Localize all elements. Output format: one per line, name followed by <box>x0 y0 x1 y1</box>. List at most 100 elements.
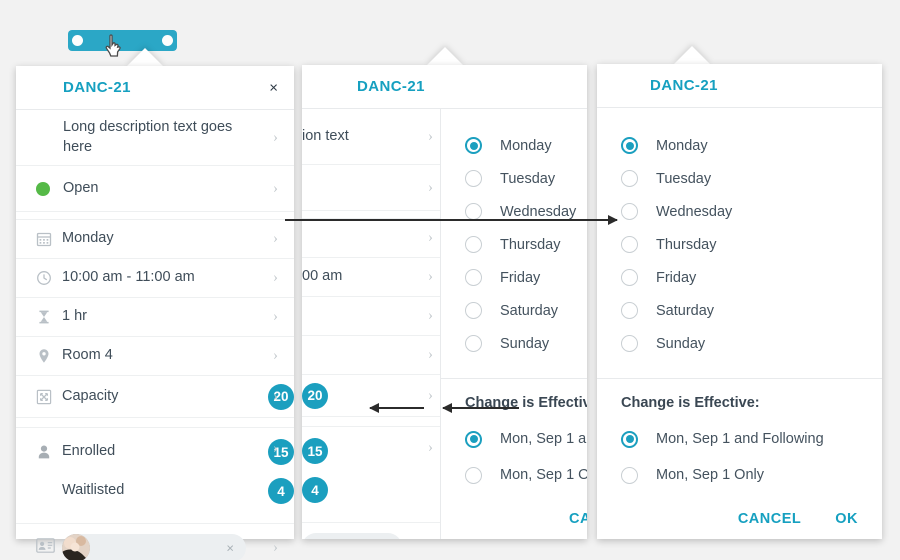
day-label: Monday <box>62 230 114 247</box>
detail-row-waitlisted[interactable]: Waitlisted 4 <box>16 470 294 512</box>
radio-icon[interactable] <box>465 430 482 448</box>
chevron-right-icon: › <box>428 439 433 456</box>
radio-icon[interactable] <box>621 236 638 253</box>
detail-row-day[interactable]: Monday › <box>16 220 294 259</box>
day-option-wednesday[interactable]: Wednesday <box>441 195 587 228</box>
calendar-icon <box>36 231 62 247</box>
detail-row-status[interactable]: Open › <box>16 166 294 212</box>
radio-icon[interactable] <box>465 170 482 187</box>
day-option-wednesday[interactable]: Wednesday <box>597 195 882 228</box>
radio-icon[interactable] <box>621 430 638 448</box>
panel2-actions: CAN <box>441 493 587 527</box>
panel3-top-spacer <box>597 108 882 129</box>
radio-icon[interactable] <box>621 269 638 286</box>
radio-icon[interactable] <box>465 466 482 484</box>
day-option-friday[interactable]: Friday <box>441 261 587 294</box>
cancel-button[interactable]: CANCEL <box>738 511 801 527</box>
day-picker-card-partial: DANC-21 ion text › › › 00 am › › › 20 › … <box>302 65 587 539</box>
radio-icon[interactable] <box>621 137 638 154</box>
panel3-header: DANC-21 <box>597 64 882 108</box>
class-detail-card: DANC-21 × Long description text goes her… <box>16 66 294 560</box>
effective-option-only[interactable]: Mon, Sep 1 Only <box>441 457 587 493</box>
detail-row-room[interactable]: Room 4 › <box>16 337 294 376</box>
remove-attendee-icon[interactable]: × <box>226 541 234 556</box>
detail-row-time[interactable]: 10:00 am - 11:00 am › <box>16 259 294 298</box>
ok-button[interactable]: OK <box>835 511 858 527</box>
radio-icon[interactable] <box>621 335 638 352</box>
effective-option-label: Mon, Sep 1 Only <box>656 467 764 483</box>
detail-row-duration[interactable]: 1 hr › <box>16 298 294 337</box>
radio-icon[interactable] <box>465 203 482 220</box>
room-label: Room 4 <box>62 347 113 364</box>
effective-option-label: Mon, Sep 1 and <box>500 431 587 447</box>
day-option-label: Wednesday <box>656 203 733 220</box>
day-option-saturday[interactable]: Saturday <box>441 294 587 327</box>
day-option-friday[interactable]: Friday <box>597 261 882 294</box>
cancel-button[interactable]: CAN <box>569 511 587 527</box>
radio-icon[interactable] <box>465 269 482 286</box>
underlay-capacity-badge: 20 <box>302 382 328 409</box>
close-icon[interactable]: × <box>269 80 278 95</box>
panel3-title: DANC-21 <box>650 77 718 94</box>
detail-row-enrolled[interactable]: Enrolled 15 › <box>16 428 294 470</box>
day-option-tuesday[interactable]: Tuesday <box>441 162 587 195</box>
daypicker-top-spacer <box>441 109 587 129</box>
radio-icon[interactable] <box>465 137 482 154</box>
panel2-title: DANC-21 <box>357 78 425 95</box>
panel2-pointer <box>426 47 464 66</box>
radio-icon[interactable] <box>465 335 482 352</box>
day-option-label: Sunday <box>656 335 706 352</box>
effective-option-label: Mon, Sep 1 Only <box>500 467 587 483</box>
day-option-thursday[interactable]: Thursday <box>597 228 882 261</box>
detail-row-capacity[interactable]: Capacity 20 › <box>16 376 294 418</box>
day-option-label: Thursday <box>656 236 717 253</box>
radio-icon[interactable] <box>621 466 638 484</box>
day-option-label: Friday <box>656 269 697 286</box>
day-option-monday[interactable]: Monday <box>441 129 587 162</box>
day-option-label: Monday <box>500 137 552 154</box>
capacity-label: Capacity <box>62 387 119 404</box>
radio-icon[interactable] <box>465 236 482 253</box>
radio-icon[interactable] <box>465 302 482 319</box>
chevron-right-icon: › <box>273 308 278 325</box>
panel3-gap <box>597 360 882 378</box>
waitlisted-label: Waitlisted <box>62 482 125 499</box>
attendees-row[interactable]: × × +1 › <box>16 524 294 560</box>
day-option-sunday[interactable]: Sunday <box>597 327 882 360</box>
chevron-right-icon: › <box>273 539 278 556</box>
duration-label: 1 hr <box>62 308 87 325</box>
day-picker-card: DANC-21 Monday Tuesday Wednesday Thursda… <box>597 64 882 539</box>
chevron-right-icon: › <box>273 129 278 145</box>
daypicker-gap <box>441 360 587 378</box>
chevron-right-icon: › <box>428 128 433 144</box>
day-option-monday[interactable]: Monday <box>597 129 882 162</box>
panel2-day-list: Monday Tuesday Wednesday Thursday Friday <box>441 129 587 360</box>
effective-option-following[interactable]: Mon, Sep 1 and Following <box>597 421 882 457</box>
flow-arrow-left-2 <box>442 403 519 413</box>
panel3-day-list: Monday Tuesday Wednesday Thursday Friday… <box>597 129 882 360</box>
day-option-saturday[interactable]: Saturday <box>597 294 882 327</box>
photo-avatar <box>62 534 90 560</box>
underlay-attendee-chip[interactable]: × <box>302 533 402 539</box>
enrolled-badge: 15 <box>268 439 294 465</box>
day-option-thursday[interactable]: Thursday <box>441 228 587 261</box>
underlay-enrolled-badge: 15 <box>302 438 328 464</box>
panel3-actions: CANCEL OK <box>597 493 882 527</box>
effective-option-label: Mon, Sep 1 and Following <box>656 431 824 447</box>
underlay-waitlisted-badge: 4 <box>302 477 328 503</box>
chevron-right-icon: › <box>428 179 433 195</box>
radio-icon[interactable] <box>621 203 638 220</box>
day-option-label: Tuesday <box>656 170 712 187</box>
effective-option-following[interactable]: Mon, Sep 1 and <box>441 421 587 457</box>
detail-row-description[interactable]: Long description text goes here › <box>16 110 294 166</box>
effective-option-only[interactable]: Mon, Sep 1 Only <box>597 457 882 493</box>
attendee-chip[interactable]: × <box>62 534 246 560</box>
day-option-tuesday[interactable]: Tuesday <box>597 162 882 195</box>
day-option-label: Saturday <box>656 302 715 319</box>
day-option-label: Sunday <box>500 335 550 352</box>
radio-icon[interactable] <box>621 302 638 319</box>
day-option-sunday[interactable]: Sunday <box>441 327 587 360</box>
radio-icon[interactable] <box>621 170 638 187</box>
section-spacer-2 <box>16 418 294 428</box>
capacity-badge: 20 <box>268 383 294 410</box>
